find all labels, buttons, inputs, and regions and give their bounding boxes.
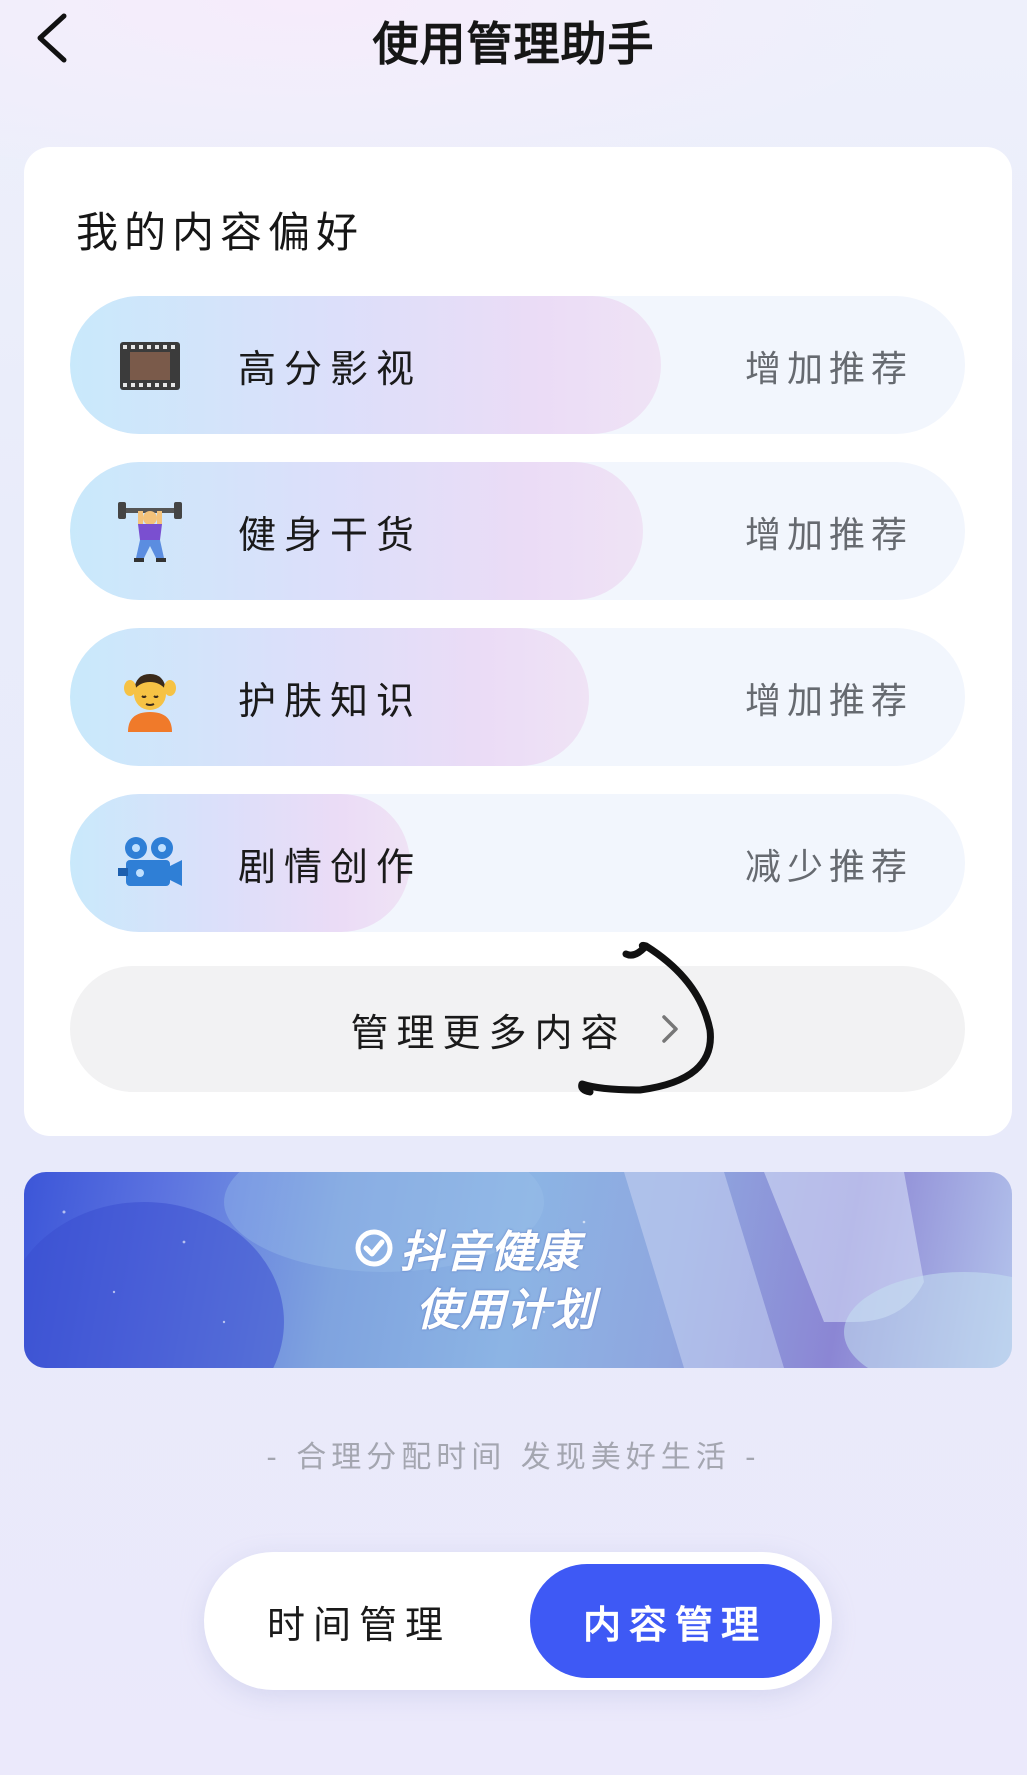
pref-label: 护肤知识 [238, 679, 423, 723]
manage-more-label: 管理更多内容 [350, 1010, 627, 1055]
film-strip-icon [120, 342, 180, 390]
content-preferences-card: 我的内容偏好 高分影视 增加推荐 健身干货 增加推荐 护肤知识 增加推荐 剧情创… [24, 147, 1012, 1136]
pref-row-drama[interactable]: 剧情创作 减少推荐 [70, 794, 965, 932]
tab-time-management[interactable]: 时间管理 [234, 1564, 484, 1678]
health-plan-banner[interactable]: 抖音健康 使用计划 [24, 1172, 1012, 1368]
pref-label: 剧情创作 [238, 845, 423, 889]
pref-label: 健身干货 [238, 513, 423, 557]
movie-camera-icon [118, 837, 182, 886]
pref-row-fitness[interactable]: 健身干货 增加推荐 [70, 462, 965, 600]
pref-action[interactable]: 减少推荐 [745, 838, 913, 890]
tab-content-management[interactable]: 内容管理 [530, 1564, 820, 1678]
chevron-right-icon [661, 1015, 678, 1043]
check-circle-icon [355, 1229, 393, 1267]
banner-title-line1: 抖音健康 [400, 1227, 580, 1278]
banner-title-line2: 使用计划 [416, 1285, 596, 1336]
pref-action[interactable]: 增加推荐 [745, 340, 913, 392]
bottom-tab-bar: 时间管理 内容管理 [204, 1552, 832, 1690]
weightlifter-icon [118, 502, 182, 562]
banner-logo: 抖音健康 使用计划 [344, 1216, 664, 1346]
header: 使用管理助手 [0, 0, 1027, 80]
card-title: 我的内容偏好 [76, 208, 365, 257]
pref-row-movies[interactable]: 高分影视 增加推荐 [70, 296, 965, 434]
pref-action[interactable]: 增加推荐 [745, 506, 913, 558]
manage-more-button[interactable]: 管理更多内容 [70, 966, 965, 1092]
page-title: 使用管理助手 [372, 17, 655, 71]
pref-action[interactable]: 增加推荐 [745, 672, 913, 724]
pref-label: 高分影视 [238, 347, 423, 391]
slogan-text: - 合理分配时间 发现美好生活 - [266, 1440, 761, 1475]
face-massage-icon [124, 674, 176, 732]
pref-row-skincare[interactable]: 护肤知识 增加推荐 [70, 628, 965, 766]
